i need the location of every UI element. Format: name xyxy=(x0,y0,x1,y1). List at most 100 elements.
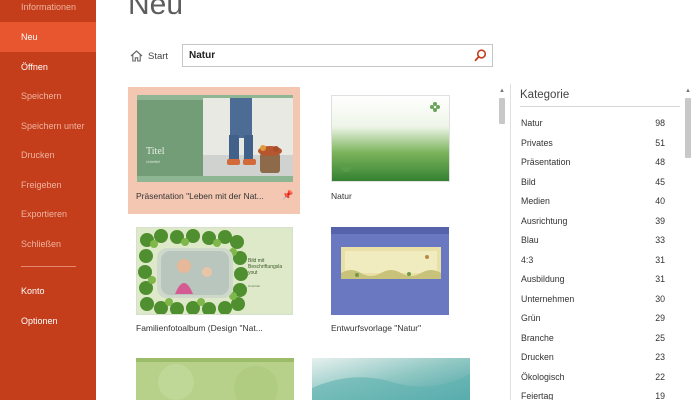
scrollbar-thumb[interactable] xyxy=(499,98,505,124)
category-item-ausrichtung[interactable]: Ausrichtung 39 xyxy=(521,212,665,232)
search-icon[interactable] xyxy=(473,48,488,63)
scrollbar-thumb[interactable] xyxy=(685,98,691,158)
category-item-drucken[interactable]: Drucken 23 xyxy=(521,348,665,368)
category-count: 23 xyxy=(655,352,665,362)
category-count: 33 xyxy=(655,235,665,245)
nav-konto[interactable]: Konto xyxy=(0,276,96,306)
template-thumbnail-image xyxy=(137,95,293,182)
category-scrollbar[interactable]: ▲ xyxy=(683,86,693,400)
category-count: 19 xyxy=(655,391,665,400)
template-label: Entwurfsvorlage "Natur" xyxy=(331,323,422,333)
category-item-bild[interactable]: Bild 45 xyxy=(521,173,665,193)
category-count: 98 xyxy=(655,118,665,128)
nav-informationen[interactable]: Informationen xyxy=(0,0,96,22)
nav-speichern[interactable]: Speichern xyxy=(0,81,96,111)
template-tile-natur[interactable]: Natur xyxy=(324,87,484,214)
search-input[interactable] xyxy=(183,45,471,66)
category-count: 40 xyxy=(655,196,665,206)
category-name: Feiertag xyxy=(521,391,554,400)
thumbnail-caption: Bild mit Beschriftungsla yout xyxy=(248,258,283,276)
template-thumbnail xyxy=(331,227,449,315)
nav-optionen[interactable]: Optionen xyxy=(0,306,96,336)
category-item-branche[interactable]: Branche 25 xyxy=(521,329,665,349)
sidebar-divider xyxy=(21,266,76,267)
category-count: 45 xyxy=(655,176,665,187)
category-item-unternehmen[interactable]: Unternehmen 30 xyxy=(521,290,665,310)
category-name: Branche xyxy=(521,332,554,343)
category-name: 4:3 xyxy=(521,254,534,265)
thumbnail-title: Titel xyxy=(146,146,165,157)
home-link[interactable]: Start xyxy=(130,47,168,65)
template-label: Natur xyxy=(331,191,352,201)
scroll-up-icon[interactable]: ▲ xyxy=(683,86,693,96)
category-name: Präsentation xyxy=(521,157,571,167)
category-item-gruen[interactable]: Grün 29 xyxy=(521,309,665,329)
category-item-blau[interactable]: Blau 33 xyxy=(521,231,665,251)
category-item-4-3[interactable]: 4:3 31 xyxy=(521,251,665,271)
category-count: 31 xyxy=(655,254,665,265)
template-thumbnail-image xyxy=(312,358,470,400)
category-count: 48 xyxy=(655,157,665,167)
powerpoint-backstage-new: Informationen Neu Öffnen Speichern Speic… xyxy=(0,0,700,400)
nav-exportieren[interactable]: Exportieren xyxy=(0,199,96,229)
template-tile-entwurfsvorlage-natur[interactable]: Entwurfsvorlage "Natur" xyxy=(324,220,484,338)
thumbnail-subtitle: Untertitel xyxy=(146,160,161,164)
category-count: 31 xyxy=(655,274,665,284)
home-label: Start xyxy=(148,50,169,62)
nav-schliessen[interactable]: Schließen xyxy=(0,229,96,259)
category-name: Unternehmen xyxy=(521,293,575,304)
template-tile-familienfotoalbum[interactable]: Bild mit Beschriftungsla yout Untertitel… xyxy=(128,220,300,338)
category-count: 39 xyxy=(655,215,665,226)
category-count: 29 xyxy=(655,313,665,323)
category-name: Ausbildung xyxy=(521,274,565,284)
home-icon xyxy=(130,50,143,62)
category-item-medien[interactable]: Medien 40 xyxy=(521,192,665,212)
category-name: Natur xyxy=(521,118,543,128)
scroll-up-icon[interactable]: ▲ xyxy=(497,86,507,96)
template-thumbnail xyxy=(331,95,450,182)
nav-neu[interactable]: Neu xyxy=(0,22,96,52)
category-item-privates[interactable]: Privates 51 xyxy=(521,134,665,154)
template-thumbnail xyxy=(312,358,470,400)
category-name: Medien xyxy=(521,196,550,206)
category-count: 22 xyxy=(655,371,665,382)
category-panel: Kategorie Natur 98 Privates 51 Präsentatio… xyxy=(510,84,682,400)
category-count: 30 xyxy=(655,293,665,304)
category-item-praesentation[interactable]: Präsentation 48 xyxy=(521,153,665,173)
nav-freigeben[interactable]: Freigeben xyxy=(0,170,96,200)
template-label: Präsentation "Leben mit der Nat... xyxy=(136,191,264,201)
category-name: Ausrichtung xyxy=(521,215,568,226)
template-thumbnail xyxy=(136,358,294,400)
category-count: 51 xyxy=(655,137,665,148)
page-title: Neu xyxy=(128,0,184,21)
template-tile[interactable] xyxy=(128,352,300,400)
category-item-feiertag[interactable]: Feiertag 19 xyxy=(521,387,665,400)
category-item-natur[interactable]: Natur 98 xyxy=(521,114,665,134)
nav-oeffnen[interactable]: Öffnen xyxy=(0,52,96,82)
template-label: Familienfotoalbum (Design "Nat... xyxy=(136,323,263,333)
template-tile[interactable] xyxy=(304,352,476,400)
template-thumbnail: Bild mit Beschriftungsla yout Untertitel xyxy=(136,227,293,315)
category-name: Ökologisch xyxy=(521,371,565,382)
backstage-sidebar: Informationen Neu Öffnen Speichern Speic… xyxy=(0,0,96,400)
category-name: Drucken xyxy=(521,352,554,362)
template-thumbnail-image xyxy=(332,96,449,181)
category-name: Bild xyxy=(521,176,536,187)
category-count: 25 xyxy=(655,332,665,343)
category-title: Kategorie xyxy=(520,89,570,101)
template-thumbnail-image xyxy=(331,227,449,315)
template-tile-leben-mit-der-natur[interactable]: Titel Untertitel Präsentation "Leben mit… xyxy=(128,87,300,214)
search-box xyxy=(182,44,493,67)
pin-icon[interactable]: 📌 xyxy=(282,190,293,201)
category-item-ausbildung[interactable]: Ausbildung 31 xyxy=(521,270,665,290)
category-name: Blau xyxy=(521,235,539,245)
templates-scrollbar[interactable]: ▲ xyxy=(497,86,507,400)
template-thumbnail: Titel Untertitel xyxy=(137,95,293,182)
category-name: Grün xyxy=(521,313,541,323)
nav-speichern-unter[interactable]: Speichern unter xyxy=(0,111,96,141)
category-name: Privates xyxy=(521,137,553,148)
category-title-divider xyxy=(520,106,680,107)
nav-drucken[interactable]: Drucken xyxy=(0,140,96,170)
category-item-oekologisch[interactable]: Ökologisch 22 xyxy=(521,368,665,388)
template-thumbnail-image xyxy=(136,358,294,400)
